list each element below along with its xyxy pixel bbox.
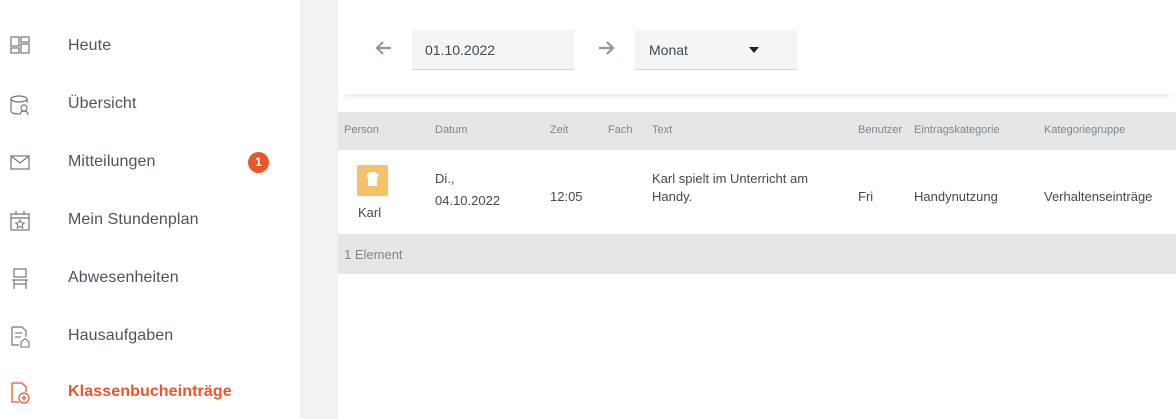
column-header-benutzer[interactable]: Benutzer: [858, 124, 902, 136]
column-header-datum[interactable]: Datum: [435, 124, 467, 136]
sidebar-item-heute[interactable]: Heute: [0, 26, 300, 66]
column-header-person[interactable]: Person: [344, 124, 379, 136]
date-line-2: 04.10.2022: [435, 193, 501, 208]
notification-badge: 1: [248, 151, 269, 173]
range-select[interactable]: Monat: [635, 30, 797, 70]
text-line-1: Karl spielt im Unterricht am: [652, 171, 809, 186]
table-header: Person Datum Zeit Fach Text Benutzer Ein…: [338, 112, 1176, 150]
date-input[interactable]: [412, 30, 574, 70]
person-name: Karl: [358, 205, 382, 220]
user-cell: Fri: [858, 189, 874, 204]
chair-icon: [12, 268, 28, 289]
column-header-eintragskategorie[interactable]: Eintragskategorie: [914, 124, 1000, 136]
category-cell: Handynutzung: [914, 189, 998, 204]
table-row[interactable]: Karl Di., 04.10.2022 12:05 Karl spielt i…: [338, 150, 1176, 234]
column-header-text[interactable]: Text: [652, 124, 672, 136]
homework-icon: [11, 326, 30, 348]
column-header-zeit[interactable]: Zeit: [550, 124, 568, 136]
group-cell: Verhaltenseinträge: [1044, 189, 1153, 204]
main-content: Monat Person Datum Zeit Fach Text Benutz…: [338, 0, 1176, 419]
arrow-right-icon[interactable]: [596, 40, 616, 56]
sidebar-item-label: Abwesenheiten: [68, 269, 179, 286]
text-line-2: Handy.: [652, 189, 693, 204]
avatar: [357, 165, 388, 196]
sidebar-item-label: Mein Stundenplan: [68, 211, 199, 228]
dashboard-icon: [10, 36, 30, 54]
time-cell: 12:05: [550, 189, 583, 204]
table-footer: 1 Element: [338, 234, 1176, 274]
sidebar-item-label: Heute: [68, 37, 112, 54]
sidebar-divider: [300, 0, 338, 419]
column-header-kategoriegruppe[interactable]: Kategoriegruppe: [1044, 124, 1125, 136]
sidebar-item-stundenplan[interactable]: Mein Stundenplan: [0, 200, 300, 240]
arrow-left-icon[interactable]: [374, 40, 394, 56]
student-avatar-icon: [366, 172, 379, 186]
classbook-icon: [11, 382, 30, 404]
sidebar-item-label: Übersicht: [68, 95, 137, 112]
sidebar-item-label: Mitteilungen: [68, 153, 156, 170]
element-count: 1 Element: [344, 247, 403, 262]
sidebar-item-label: Klassenbucheinträge: [68, 383, 232, 400]
sidebar-item-mitteilungen[interactable]: Mitteilungen 1: [0, 142, 300, 182]
overview-icon: [10, 95, 29, 116]
date-line-1: Di.,: [435, 171, 455, 186]
sidebar-item-label: Hausaufgaben: [68, 327, 174, 344]
sidebar-item-klassenbucheintraege[interactable]: Klassenbucheinträge: [0, 372, 300, 412]
date-toolbar: Monat: [338, 0, 1176, 94]
sidebar-item-hausaufgaben[interactable]: Hausaufgaben: [0, 316, 300, 356]
chevron-down-icon: [749, 47, 759, 53]
sidebar-item-abwesenheiten[interactable]: Abwesenheiten: [0, 258, 300, 298]
mail-icon: [10, 155, 30, 170]
column-header-fach[interactable]: Fach: [608, 124, 632, 136]
calendar-icon: [10, 211, 30, 231]
sidebar-item-uebersicht[interactable]: Übersicht: [0, 84, 300, 124]
sidebar: Heute Übersicht Mitteilungen 1 Mein Stun…: [0, 0, 300, 419]
range-select-value: Monat: [649, 42, 688, 58]
